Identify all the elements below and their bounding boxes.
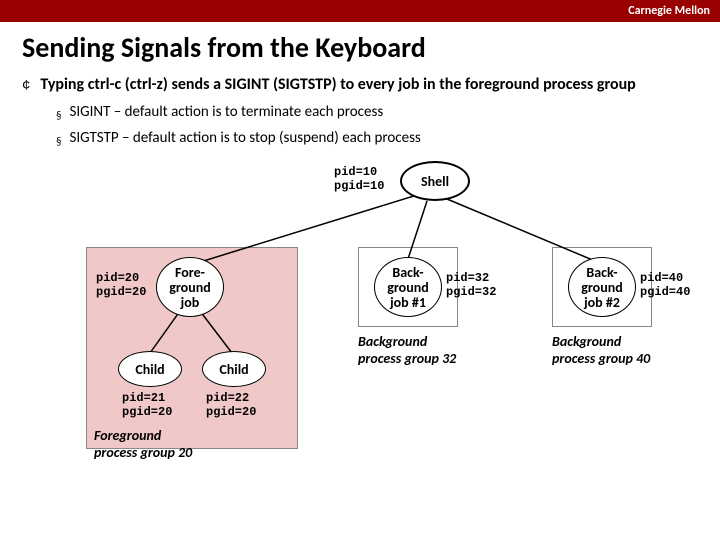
bg1-ids: pid=32 pgid=32 — [446, 271, 496, 299]
bullet-level2: § SIGTSTP – default action is to stop (s… — [56, 127, 692, 153]
node-label: Shell — [421, 174, 449, 189]
child2-ids: pid=22 pgid=20 — [206, 391, 256, 419]
child1-ids: pid=21 pgid=20 — [122, 391, 172, 419]
slide-title: Sending Signals from the Keyboard — [0, 22, 720, 69]
bg2-ids: pid=40 pgid=40 — [640, 271, 690, 299]
bg2-caption: Background process group 40 — [552, 333, 650, 367]
background-job1-node: Back- ground job #1 — [374, 257, 442, 317]
content-area: ¢ Typing ctrl-c (ctrl-z) sends a SIGINT … — [0, 75, 720, 499]
square-marker: § — [56, 105, 61, 127]
bullet-marker: ¢ — [22, 77, 30, 95]
node-label: Back- ground job #2 — [581, 265, 623, 310]
fg-caption: Foreground process group 20 — [94, 427, 192, 461]
background-job2-node: Back- ground job #2 — [568, 257, 636, 317]
bullet-level2-list: § SIGINT – default action is to terminat… — [56, 101, 692, 153]
shell-ids: pid=10 pgid=10 — [334, 165, 384, 193]
child2-node: Child — [202, 351, 266, 387]
bullet-text: SIGTSTP – default action is to stop (sus… — [69, 127, 420, 153]
brand-text: Carnegie Mellon — [628, 4, 710, 18]
node-label: Back- ground job #1 — [387, 265, 429, 310]
foreground-job-node: Fore- ground job — [156, 257, 224, 317]
square-marker: § — [56, 131, 61, 153]
bg1-caption: Background process group 32 — [358, 333, 456, 367]
node-label: Child — [219, 362, 248, 377]
node-label: Child — [135, 362, 164, 377]
child1-node: Child — [118, 351, 182, 387]
bullet-text: SIGINT – default action is to terminate … — [69, 101, 383, 127]
bullet-level1: ¢ Typing ctrl-c (ctrl-z) sends a SIGINT … — [22, 75, 692, 95]
bullet-level2: § SIGINT – default action is to terminat… — [56, 101, 692, 127]
fg-ids: pid=20 pgid=20 — [96, 271, 146, 299]
node-label: Fore- ground job — [169, 265, 211, 310]
header-bar: Carnegie Mellon — [0, 0, 720, 22]
bullet-text: Typing ctrl-c (ctrl-z) sends a SIGINT (S… — [40, 75, 635, 95]
shell-node: Shell — [400, 161, 470, 201]
process-tree-diagram: pid=10 pgid=10 Shell pid=20 pgid=20 Fore… — [22, 159, 702, 499]
